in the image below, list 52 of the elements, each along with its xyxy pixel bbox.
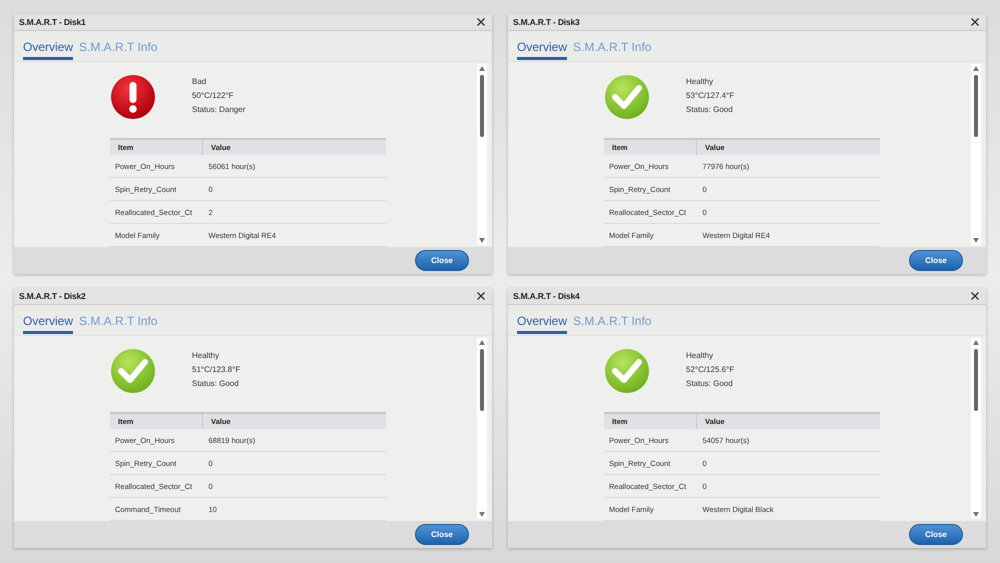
close-button[interactable]: Close (909, 250, 963, 271)
tab[interactable]: Overview (517, 314, 568, 334)
tab[interactable]: Overview (23, 40, 74, 60)
close-icon[interactable] (970, 291, 980, 301)
status-text: Status: Good (686, 379, 734, 388)
window-title: S.M.A.R.T - Disk2 (19, 291, 86, 301)
status-text: Status: Danger (192, 105, 246, 114)
scroll-down-icon[interactable] (973, 238, 979, 243)
close-icon[interactable] (476, 291, 486, 301)
window-title: S.M.A.R.T - Disk3 (513, 17, 580, 27)
scroll-thumb[interactable] (974, 349, 978, 411)
tab[interactable]: S.M.A.R.T Info (79, 40, 158, 60)
scrollbar[interactable] (971, 64, 981, 245)
close-button[interactable]: Close (415, 250, 469, 271)
scroll-up-icon[interactable] (973, 66, 979, 71)
scroll-up-icon[interactable] (973, 340, 979, 345)
status-text: Healthy (686, 77, 714, 86)
scroll-up-icon[interactable] (479, 66, 485, 71)
scroll-thumb[interactable] (974, 75, 978, 137)
status-text: 50°C/122°F (192, 91, 235, 100)
close-button[interactable]: Close (415, 524, 469, 545)
scroll-down-icon[interactable] (479, 512, 485, 517)
status-text: 51°C/123.8°F (192, 365, 240, 374)
window-title: S.M.A.R.T - Disk4 (513, 291, 580, 301)
checkmark-icon (604, 348, 650, 394)
scrollbar[interactable] (477, 64, 487, 245)
scroll-down-icon[interactable] (973, 512, 979, 517)
alert-icon (110, 74, 156, 120)
close-button[interactable]: Close (909, 524, 963, 545)
tab[interactable]: S.M.A.R.T Info (573, 40, 652, 60)
status-text: 53°C/127.4°F (686, 91, 734, 100)
scroll-thumb[interactable] (480, 75, 484, 137)
checkmark-icon (110, 348, 156, 394)
status-text: Status: Good (192, 379, 240, 388)
scroll-up-icon[interactable] (479, 340, 485, 345)
status-text: Status: Good (686, 105, 734, 114)
status-text: Healthy (686, 351, 714, 360)
close-icon[interactable] (970, 17, 980, 27)
tab[interactable]: Overview (23, 314, 74, 334)
scrollbar[interactable] (477, 338, 487, 519)
status-text: 52°C/125.6°F (686, 365, 734, 374)
window-title: S.M.A.R.T - Disk1 (19, 17, 86, 27)
tab[interactable]: S.M.A.R.T Info (79, 314, 158, 334)
scrollbar[interactable] (971, 338, 981, 519)
checkmark-icon (604, 74, 650, 120)
status-text: Bad (192, 77, 208, 86)
tab[interactable]: Overview (517, 40, 568, 60)
status-text: Healthy (192, 351, 220, 360)
scroll-thumb[interactable] (480, 349, 484, 411)
tab[interactable]: S.M.A.R.T Info (573, 314, 652, 334)
scroll-down-icon[interactable] (479, 238, 485, 243)
close-icon[interactable] (476, 17, 486, 27)
